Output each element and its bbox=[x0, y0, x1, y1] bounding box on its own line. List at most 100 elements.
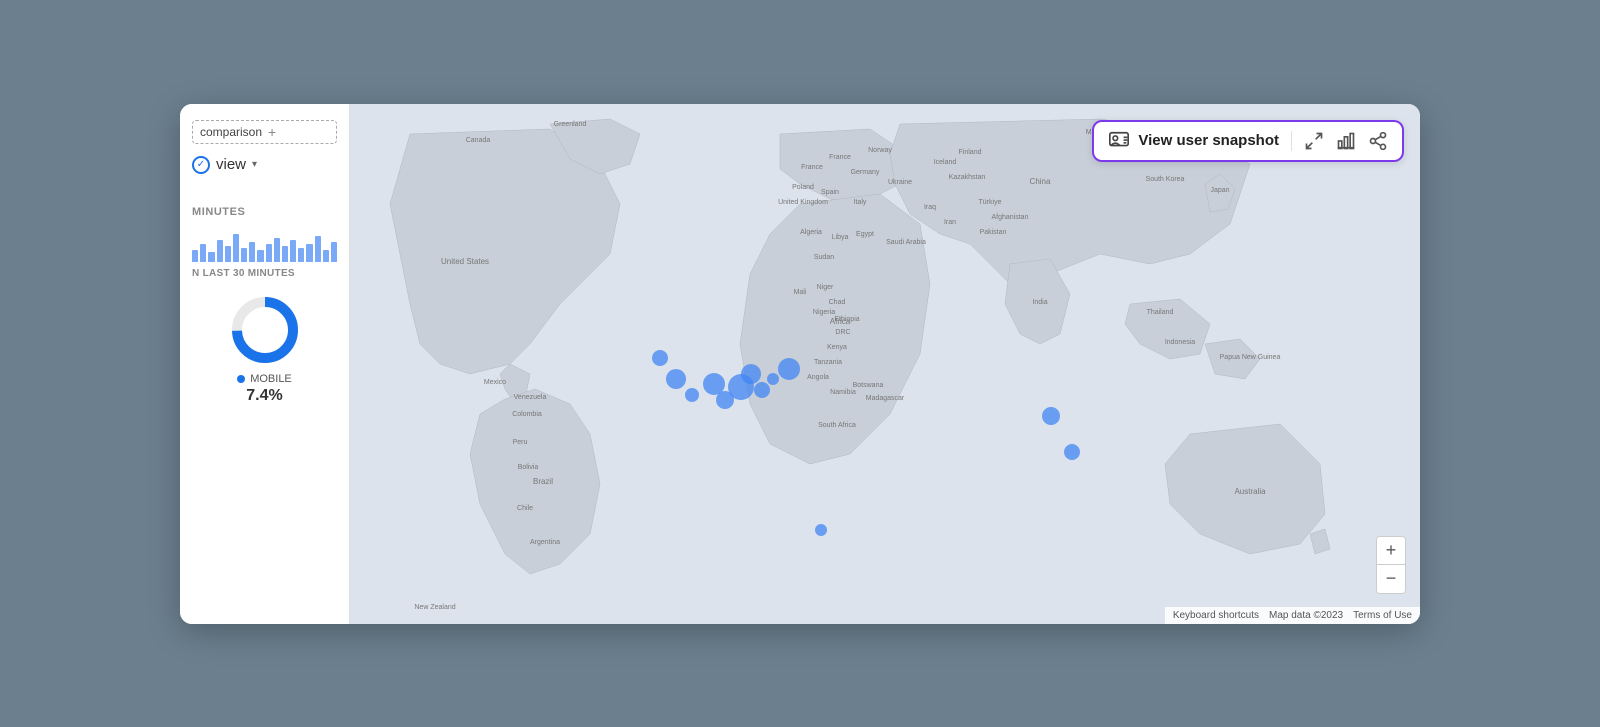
svg-text:Namibia: Namibia bbox=[830, 389, 856, 396]
mobile-dot bbox=[237, 375, 245, 383]
bar-mini bbox=[200, 244, 206, 262]
minutes-label: MINUTES bbox=[192, 206, 337, 218]
svg-text:Finland: Finland bbox=[959, 149, 982, 156]
zoom-out-button[interactable]: − bbox=[1377, 565, 1405, 593]
bar-mini bbox=[257, 250, 263, 262]
bar-mini bbox=[233, 234, 239, 262]
svg-text:DRC: DRC bbox=[835, 329, 850, 336]
svg-text:New Zealand: New Zealand bbox=[414, 604, 455, 611]
snapshot-label: View user snapshot bbox=[1138, 132, 1279, 149]
svg-text:India: India bbox=[1032, 299, 1047, 306]
svg-text:Ukraine: Ukraine bbox=[888, 179, 912, 186]
svg-text:United Kingdom: United Kingdom bbox=[778, 199, 828, 206]
bar-mini bbox=[241, 248, 247, 262]
bar-chart-mini bbox=[192, 222, 337, 262]
svg-text:Iceland: Iceland bbox=[934, 159, 957, 166]
fullscreen-button[interactable] bbox=[1304, 131, 1324, 151]
share-button[interactable] bbox=[1368, 131, 1388, 151]
svg-text:Indonesia: Indonesia bbox=[1165, 339, 1195, 346]
svg-text:Greenland: Greenland bbox=[554, 121, 587, 128]
toolbar: View user snapshot bbox=[1092, 120, 1404, 162]
svg-text:China: China bbox=[1030, 177, 1051, 186]
svg-text:Egypt: Egypt bbox=[856, 231, 874, 238]
svg-text:Peru: Peru bbox=[513, 439, 528, 446]
bar-mini bbox=[225, 246, 231, 262]
map-area: United States Greenland Brazil Africa Ch… bbox=[350, 104, 1420, 624]
svg-text:Sudan: Sudan bbox=[814, 254, 834, 261]
svg-text:France: France bbox=[829, 154, 851, 161]
chart-button[interactable] bbox=[1336, 131, 1356, 151]
bar-mini bbox=[217, 240, 223, 262]
svg-text:Niger: Niger bbox=[817, 284, 834, 291]
svg-text:Algeria: Algeria bbox=[800, 229, 822, 236]
svg-text:Nigeria: Nigeria bbox=[813, 309, 835, 316]
user-snapshot-icon bbox=[1108, 130, 1130, 152]
comparison-label: comparison bbox=[200, 125, 262, 139]
donut-container: MOBILE 7.4% bbox=[192, 295, 337, 405]
svg-text:Colombia: Colombia bbox=[512, 411, 542, 418]
left-panel: comparison + ✓ view ▾ MINUTES N LAST 30 … bbox=[180, 104, 350, 624]
map-data-label: Map data ©2023 bbox=[1269, 610, 1343, 621]
svg-text:Bolivia: Bolivia bbox=[518, 464, 539, 471]
mobile-label: MOBILE bbox=[250, 373, 292, 385]
svg-text:Germany: Germany bbox=[851, 169, 880, 176]
svg-text:South Korea: South Korea bbox=[1146, 176, 1185, 183]
zoom-in-button[interactable]: + bbox=[1377, 537, 1405, 565]
svg-text:Tanzania: Tanzania bbox=[814, 359, 842, 366]
svg-text:Spain: Spain bbox=[821, 189, 839, 196]
world-map: United States Greenland Brazil Africa Ch… bbox=[350, 104, 1420, 624]
svg-text:Kenya: Kenya bbox=[827, 344, 847, 351]
overview-label: view bbox=[216, 156, 246, 173]
bar-mini bbox=[208, 252, 214, 262]
svg-text:France: France bbox=[801, 164, 823, 171]
overview-row: ✓ view ▾ bbox=[192, 156, 337, 174]
chevron-icon[interactable]: ▾ bbox=[252, 159, 257, 170]
bar-mini bbox=[298, 248, 304, 262]
keyboard-shortcuts[interactable]: Keyboard shortcuts bbox=[1173, 610, 1259, 621]
svg-text:Afghanistan: Afghanistan bbox=[992, 214, 1029, 221]
svg-text:Brazil: Brazil bbox=[533, 477, 553, 486]
svg-text:Australia: Australia bbox=[1234, 487, 1266, 496]
svg-text:United States: United States bbox=[441, 257, 489, 266]
bar-mini bbox=[249, 242, 255, 262]
snapshot-button[interactable]: View user snapshot bbox=[1108, 130, 1279, 152]
svg-text:Italy: Italy bbox=[854, 199, 867, 206]
main-container: comparison + ✓ view ▾ MINUTES N LAST 30 … bbox=[180, 104, 1420, 624]
comparison-plus-icon: + bbox=[268, 124, 276, 140]
bar-mini bbox=[315, 236, 321, 262]
svg-text:Venezuela: Venezuela bbox=[514, 394, 547, 401]
svg-text:Madagascar: Madagascar bbox=[866, 395, 905, 402]
svg-text:Botswana: Botswana bbox=[853, 382, 884, 389]
svg-text:Iraq: Iraq bbox=[924, 204, 936, 211]
svg-text:Libya: Libya bbox=[832, 234, 849, 241]
svg-text:Chad: Chad bbox=[829, 299, 846, 306]
svg-text:Türkiye: Türkiye bbox=[979, 199, 1002, 206]
mobile-pct: 7.4% bbox=[246, 387, 282, 405]
svg-text:Ethiopia: Ethiopia bbox=[834, 316, 859, 323]
bar-mini bbox=[331, 242, 337, 262]
bar-mini bbox=[306, 244, 312, 262]
terms-of-use[interactable]: Terms of Use bbox=[1353, 610, 1412, 621]
last30-label: N LAST 30 MINUTES bbox=[192, 268, 337, 279]
svg-text:Angola: Angola bbox=[807, 374, 829, 381]
donut-chart bbox=[230, 295, 300, 365]
svg-text:Thailand: Thailand bbox=[1147, 309, 1174, 316]
svg-text:Mali: Mali bbox=[794, 289, 807, 296]
map-footer: Keyboard shortcuts Map data ©2023 Terms … bbox=[1165, 607, 1420, 624]
svg-text:Saudi Arabia: Saudi Arabia bbox=[886, 239, 926, 246]
check-icon: ✓ bbox=[192, 156, 210, 174]
map-controls: + − bbox=[1376, 536, 1406, 594]
mobile-legend: MOBILE 7.4% bbox=[237, 373, 292, 405]
svg-text:Norway: Norway bbox=[868, 147, 892, 154]
comparison-bar[interactable]: comparison + bbox=[192, 120, 337, 144]
svg-text:Chile: Chile bbox=[517, 505, 533, 512]
bar-mini bbox=[323, 250, 329, 262]
svg-text:Kazakhstan: Kazakhstan bbox=[949, 174, 986, 181]
svg-text:Canada: Canada bbox=[466, 137, 491, 144]
svg-text:Argentina: Argentina bbox=[530, 539, 560, 546]
toolbar-divider bbox=[1291, 131, 1292, 151]
svg-text:Papua New Guinea: Papua New Guinea bbox=[1220, 354, 1281, 361]
bar-mini bbox=[192, 250, 198, 262]
bar-mini bbox=[274, 238, 280, 262]
bar-mini bbox=[290, 240, 296, 262]
